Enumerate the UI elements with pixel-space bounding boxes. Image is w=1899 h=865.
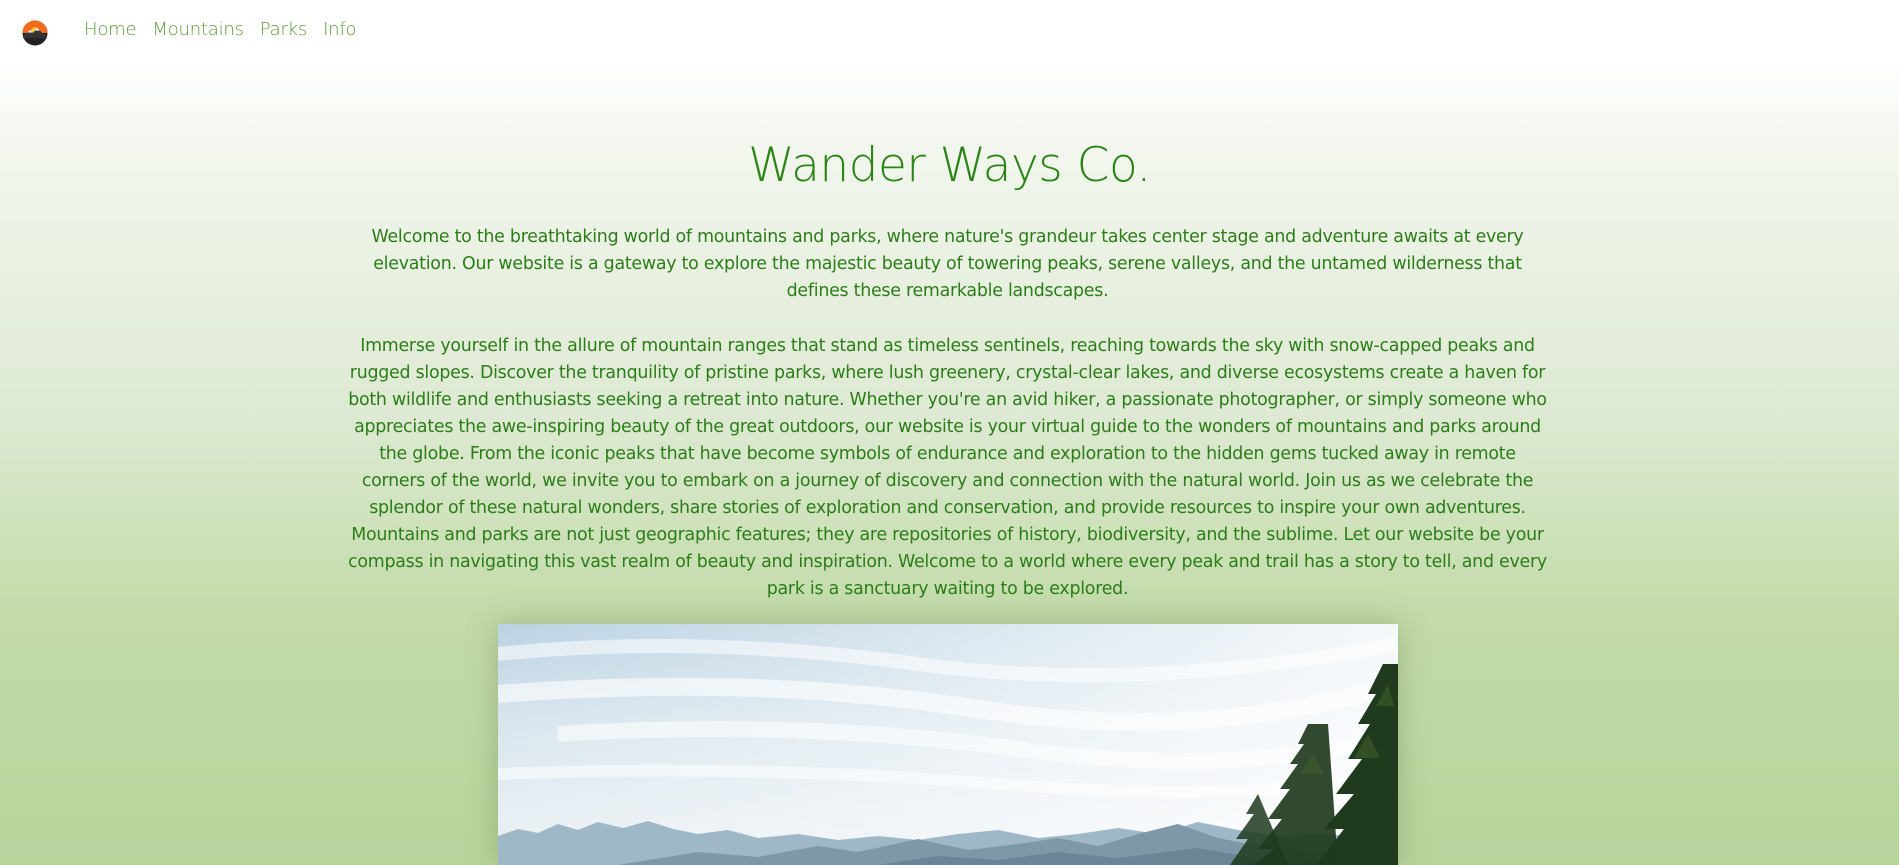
nav-link-info[interactable]: Info — [323, 19, 356, 40]
nav-link-home[interactable]: Home — [84, 19, 137, 40]
navbar: Home Mountains Parks Info — [0, 0, 1899, 63]
intro-paragraph: Welcome to the breathtaking world of mou… — [371, 227, 1524, 301]
nav-link-mountains[interactable]: Mountains — [152, 19, 244, 40]
page-title: Wander Ways Co. — [748, 138, 1151, 193]
body-paragraph: Immerse yourself in the allure of mounta… — [348, 336, 1547, 599]
mountain-landscape-photo — [498, 624, 1398, 865]
nav-link-parks[interactable]: Parks — [260, 19, 307, 40]
hero-image — [498, 624, 1398, 865]
mountain-sun-logo-icon[interactable] — [22, 20, 48, 46]
main-nav: Home Mountains Parks Info — [84, 19, 357, 40]
